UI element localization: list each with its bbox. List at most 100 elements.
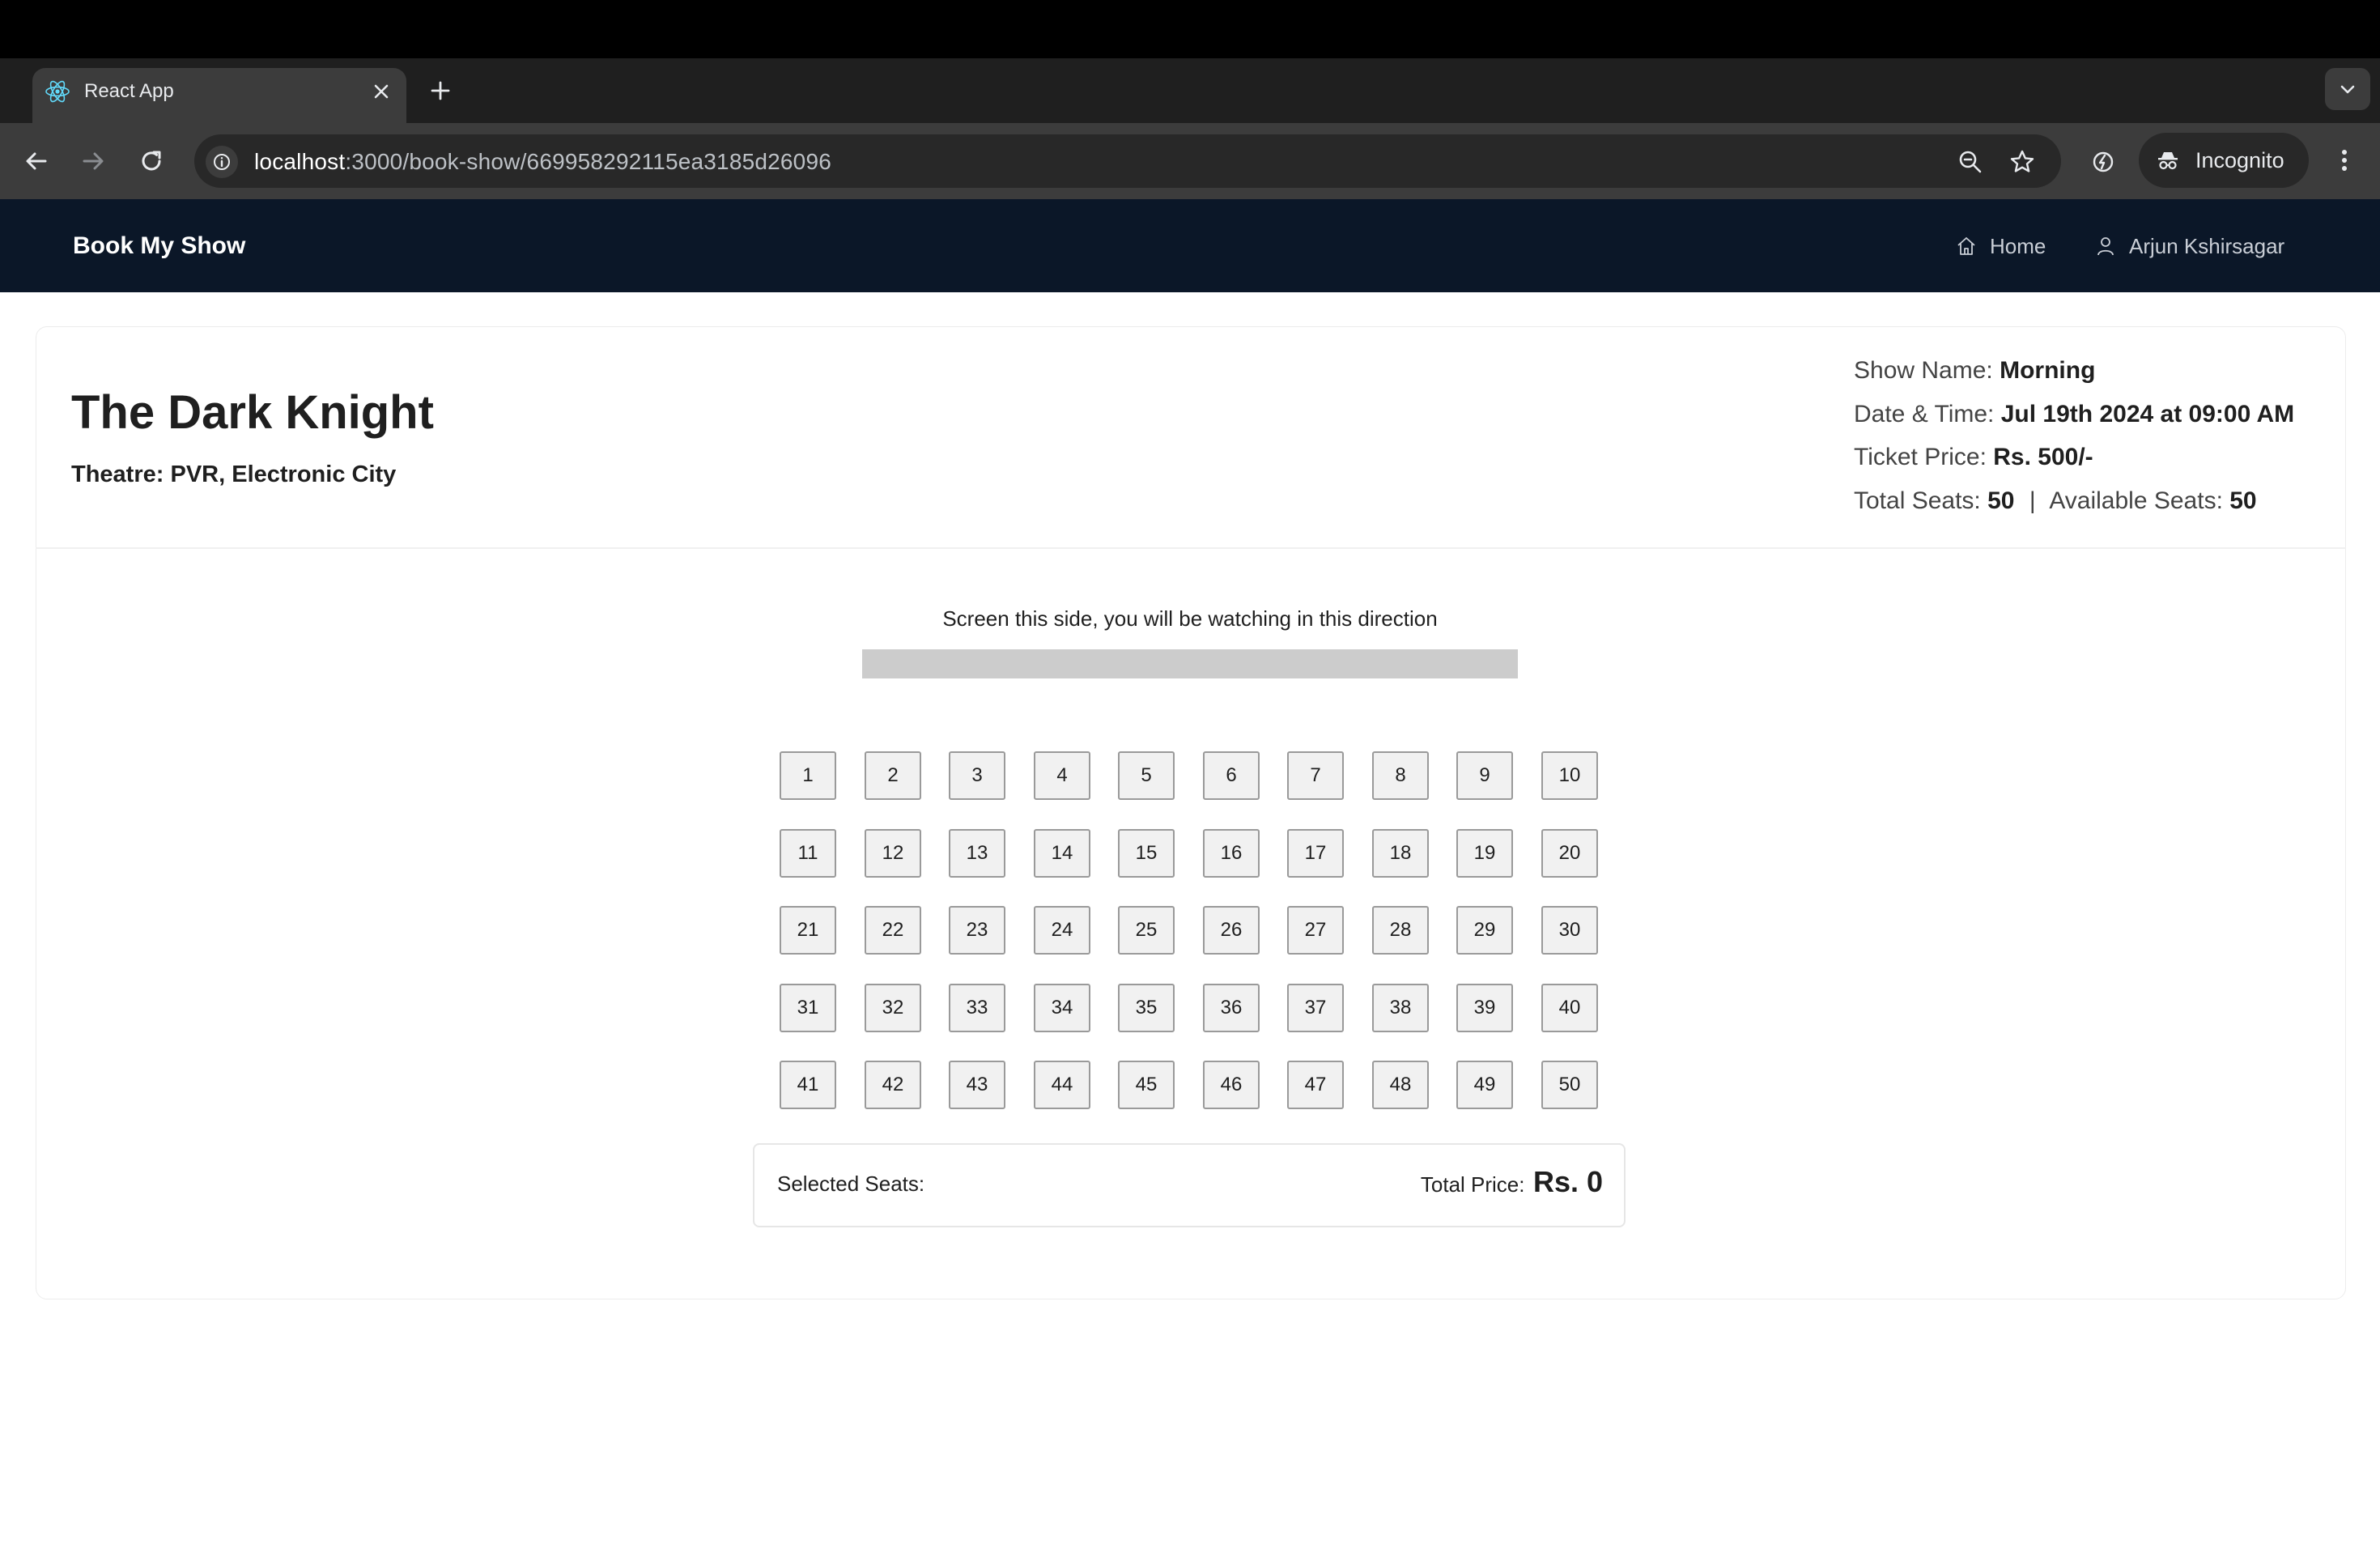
back-arrow-icon[interactable]	[19, 144, 53, 178]
site-info-button[interactable]	[206, 146, 238, 178]
home-icon	[1957, 237, 1975, 255]
seat-button[interactable]: 11	[780, 829, 836, 878]
seat-button[interactable]: 9	[1456, 751, 1513, 800]
seat-button[interactable]: 3	[949, 751, 1005, 800]
seat-button[interactable]: 35	[1118, 984, 1175, 1032]
seat-button[interactable]: 20	[1541, 829, 1598, 878]
seat-button[interactable]: 5	[1118, 751, 1175, 800]
seat-button[interactable]: 43	[949, 1061, 1005, 1109]
tab-title: React App	[84, 80, 174, 102]
seat-button[interactable]: 15	[1118, 829, 1175, 878]
seat-button[interactable]: 47	[1287, 1061, 1344, 1109]
seat-button[interactable]: 24	[1034, 906, 1090, 955]
seat-button[interactable]: 14	[1034, 829, 1090, 878]
seat-button[interactable]: 21	[780, 906, 836, 955]
seat-button[interactable]: 39	[1456, 984, 1513, 1032]
seat-button[interactable]: 13	[949, 829, 1005, 878]
seats-separator: |	[2029, 487, 2036, 514]
total-price: Total Price: Rs. 0	[1421, 1159, 1603, 1205]
seat-button[interactable]: 48	[1372, 1061, 1429, 1109]
seat-button[interactable]: 1	[780, 751, 836, 800]
seat-button[interactable]: 10	[1541, 751, 1598, 800]
seat-button[interactable]: 2	[865, 751, 921, 800]
available-seats-value: 50	[2229, 487, 2257, 514]
seat-button[interactable]: 38	[1372, 984, 1429, 1032]
seat-button[interactable]: 32	[865, 984, 921, 1032]
close-tab-icon[interactable]	[368, 79, 394, 104]
seat-button[interactable]: 50	[1541, 1061, 1598, 1109]
seat-button[interactable]: 12	[865, 829, 921, 878]
movie-title: The Dark Knight	[71, 386, 434, 439]
available-seats-label: Available Seats:	[2049, 487, 2223, 514]
seat-button[interactable]: 37	[1287, 984, 1344, 1032]
url-path: :3000/book-show/669958292115ea3185d26096	[345, 149, 832, 174]
seat-button[interactable]: 49	[1456, 1061, 1513, 1109]
screen-indicator	[862, 649, 1518, 678]
seat-button[interactable]: 46	[1203, 1061, 1260, 1109]
datetime-label: Date & Time:	[1854, 401, 1995, 427]
tab-search-button[interactable]	[2325, 68, 2370, 110]
seat-button[interactable]: 23	[949, 906, 1005, 955]
seat-button[interactable]: 7	[1287, 751, 1344, 800]
seat-button[interactable]: 4	[1034, 751, 1090, 800]
performance-icon[interactable]	[2087, 146, 2119, 178]
seat-button[interactable]: 19	[1456, 829, 1513, 878]
react-favicon-icon	[44, 78, 71, 105]
seat-button[interactable]: 45	[1118, 1061, 1175, 1109]
total-price-value: Rs. 0	[1532, 1165, 1603, 1198]
seat-button[interactable]: 6	[1203, 751, 1260, 800]
brand-logo[interactable]: Book My Show	[73, 230, 245, 262]
ticket-price-row: Ticket Price: Rs. 500/-	[1854, 441, 2093, 474]
screen-caption: Screen this side, you will be watching i…	[942, 606, 1438, 631]
seats-count-row: Total Seats: 50 | Available Seats: 50	[1854, 485, 2257, 517]
seat-button[interactable]: 17	[1287, 829, 1344, 878]
seat-button[interactable]: 22	[865, 906, 921, 955]
total-seats-label: Total Seats:	[1854, 487, 1981, 514]
show-name-row: Show Name: Morning	[1854, 355, 2095, 387]
seat-button[interactable]: 30	[1541, 906, 1598, 955]
incognito-label: Incognito	[2195, 148, 2284, 172]
seat-button[interactable]: 8	[1372, 751, 1429, 800]
seat-button[interactable]: 29	[1456, 906, 1513, 955]
forward-arrow-icon[interactable]	[76, 144, 110, 178]
theatre-value: PVR, Electronic City	[170, 461, 397, 487]
nav-home-label: Home	[1990, 234, 2046, 258]
total-price-label: Total Price:	[1420, 1172, 1525, 1197]
seat-button[interactable]: 41	[780, 1061, 836, 1109]
show-name-value: Morning	[2000, 357, 2096, 384]
incognito-badge[interactable]: Incognito	[2139, 133, 2309, 188]
seat-button[interactable]: 28	[1372, 906, 1429, 955]
url-host: localhost	[254, 149, 346, 174]
total-seats-value: 50	[1987, 487, 2015, 514]
seat-button[interactable]: 33	[949, 984, 1005, 1032]
seat-button[interactable]: 27	[1287, 906, 1344, 955]
seat-button[interactable]: 40	[1541, 984, 1598, 1032]
theatre-label: Theatre:	[71, 461, 164, 487]
show-name-label: Show Name:	[1854, 357, 1993, 384]
reload-icon[interactable]	[134, 144, 168, 178]
address-url[interactable]: localhost:3000/book-show/669958292115ea3…	[254, 146, 831, 178]
card-divider	[36, 547, 2346, 549]
incognito-icon	[2158, 152, 2178, 170]
datetime-value: Jul 19th 2024 at 09:00 AM	[2000, 401, 2295, 427]
seat-button[interactable]: 44	[1034, 1061, 1090, 1109]
seat-button[interactable]: 36	[1203, 984, 1260, 1032]
ticket-price-label: Ticket Price:	[1854, 444, 1987, 470]
seat-button[interactable]: 18	[1372, 829, 1429, 878]
nav-user-link[interactable]: Arjun Kshirsagar	[2095, 232, 2289, 261]
nav-home-link[interactable]: Home	[1956, 232, 2053, 261]
seat-button[interactable]: 26	[1203, 906, 1260, 955]
bookmark-star-icon[interactable]	[2006, 146, 2038, 178]
seat-button[interactable]: 34	[1034, 984, 1090, 1032]
seat-button[interactable]: 25	[1118, 906, 1175, 955]
seat-button[interactable]: 16	[1203, 829, 1260, 878]
zoom-icon[interactable]	[1954, 146, 1987, 178]
seat-button[interactable]: 42	[865, 1061, 921, 1109]
seat-button[interactable]: 31	[780, 984, 836, 1032]
system-top-bar	[0, 0, 2380, 58]
selected-seats-label: Selected Seats:	[777, 1172, 925, 1196]
nav-user-label: Arjun Kshirsagar	[2129, 234, 2285, 258]
new-tab-icon[interactable]	[426, 76, 455, 105]
chevron-down-icon	[2340, 85, 2355, 94]
kebab-menu-icon[interactable]	[2328, 144, 2361, 176]
